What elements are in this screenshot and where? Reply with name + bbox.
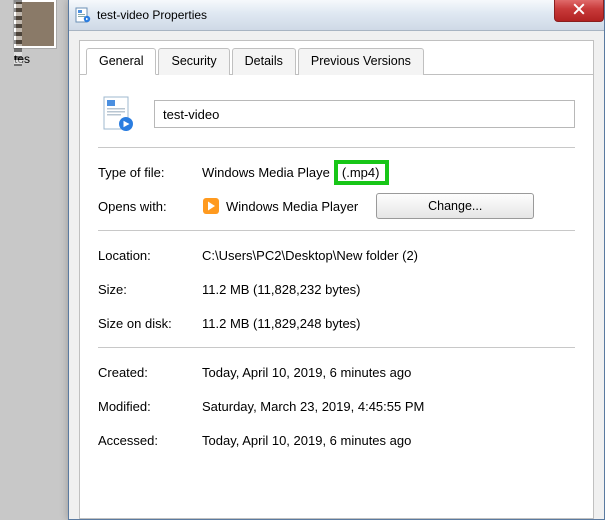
tab-label: Previous Versions	[311, 54, 411, 68]
type-of-file-value: Windows Media Playe(.mp4)	[202, 160, 575, 185]
modified-label: Modified:	[98, 399, 202, 414]
client-area: General Security Details Previous Versio…	[79, 40, 594, 519]
size-on-disk-value: 11.2 MB (11,829,248 bytes)	[202, 316, 575, 331]
change-button-label: Change...	[428, 199, 482, 213]
opens-with-value: Windows Media Player	[226, 199, 358, 214]
tab-strip: General Security Details Previous Versio…	[80, 41, 593, 75]
close-button[interactable]	[554, 0, 604, 22]
window-icon	[75, 7, 91, 23]
desktop-file[interactable]: tes	[14, 0, 62, 66]
tab-previous-versions[interactable]: Previous Versions	[298, 48, 424, 75]
properties-window: test-video Properties General Security D…	[68, 0, 605, 520]
accessed-label: Accessed:	[98, 433, 202, 448]
tab-label: Security	[171, 54, 216, 68]
location-label: Location:	[98, 248, 202, 263]
type-of-file-label: Type of file:	[98, 165, 202, 180]
created-label: Created:	[98, 365, 202, 380]
wmp-icon	[202, 197, 220, 215]
divider	[98, 147, 575, 148]
size-label: Size:	[98, 282, 202, 297]
extension-highlight: (.mp4)	[334, 160, 390, 185]
accessed-value: Today, April 10, 2019, 6 minutes ago	[202, 433, 575, 448]
size-on-disk-label: Size on disk:	[98, 316, 202, 331]
tab-label: Details	[245, 54, 283, 68]
titlebar[interactable]: test-video Properties	[69, 0, 604, 31]
file-type-icon	[102, 95, 134, 133]
general-pane: test-video Type of file: Windows Media P…	[80, 75, 593, 454]
location-value: C:\Users\PC2\Desktop\New folder (2)	[202, 248, 575, 263]
divider	[98, 347, 575, 348]
tab-general[interactable]: General	[86, 48, 156, 75]
filename-input[interactable]: test-video	[154, 100, 575, 128]
filename-value: test-video	[163, 107, 219, 122]
close-icon	[573, 3, 585, 18]
desktop-file-thumb	[14, 0, 56, 48]
divider	[98, 230, 575, 231]
tab-label: General	[99, 54, 143, 68]
created-value: Today, April 10, 2019, 6 minutes ago	[202, 365, 575, 380]
modified-value: Saturday, March 23, 2019, 4:45:55 PM	[202, 399, 575, 414]
tab-security[interactable]: Security	[158, 48, 229, 75]
tab-details[interactable]: Details	[232, 48, 296, 75]
size-value: 11.2 MB (11,828,232 bytes)	[202, 282, 575, 297]
window-title: test-video Properties	[97, 8, 207, 22]
change-button[interactable]: Change...	[376, 193, 534, 219]
opens-with-label: Opens with:	[98, 199, 202, 214]
